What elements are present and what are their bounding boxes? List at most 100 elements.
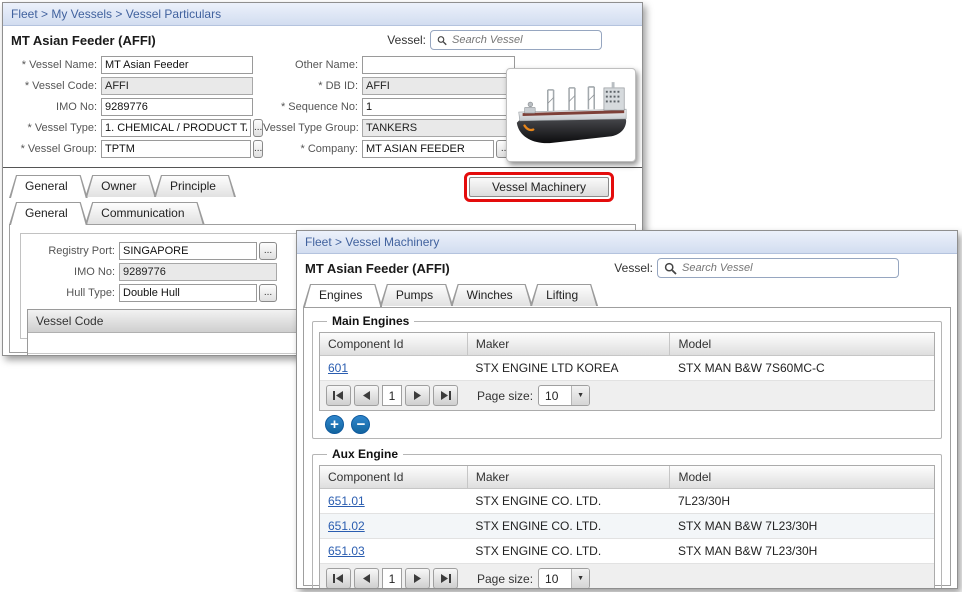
page-size-label: Page size: <box>477 389 533 403</box>
maker-cell: STX ENGINE CO. LTD. <box>467 539 670 564</box>
registry-port-label: Registry Port: <box>27 245 119 257</box>
table-row: 651.01 STX ENGINE CO. LTD. 7L23/30H <box>320 489 934 514</box>
vessel-group-input[interactable] <box>101 140 251 158</box>
vessel-group-label: * Vessel Group: <box>9 143 101 155</box>
form-field-row: * DB ID: <box>263 77 515 95</box>
sequence-no-input[interactable] <box>362 98 515 116</box>
pager-first-button[interactable] <box>326 385 351 406</box>
model-cell: STX MAN B&W 7L23/30H <box>670 514 934 539</box>
aux-engine-legend: Aux Engine <box>327 447 403 461</box>
grid-actions: + − <box>319 411 935 436</box>
tab-pumps[interactable]: Pumps <box>380 284 453 306</box>
imo-no-label: IMO No: <box>9 101 101 113</box>
vessel-code-input <box>101 77 253 95</box>
breadcrumb[interactable]: Fleet > My Vessels > Vessel Particulars <box>3 3 642 26</box>
tab-lifting[interactable]: Lifting <box>530 284 598 306</box>
dropdown-arrow-icon: ▼ <box>571 386 589 405</box>
aux-engine-grid: Component Id Maker Model 651.01 STX ENGI… <box>319 465 935 589</box>
pager-current-page[interactable]: 1 <box>382 385 402 406</box>
vessel-search-wrap: Vessel: <box>387 30 634 50</box>
main-engines-grid: Component Id Maker Model 601 STX ENGINE … <box>319 332 935 411</box>
tab-engines[interactable]: Engines <box>303 284 382 306</box>
pager-last-icon <box>440 574 451 583</box>
pager-current-page[interactable]: 1 <box>382 568 402 589</box>
pager-last-button[interactable] <box>433 568 458 589</box>
pager-last-icon <box>440 391 451 400</box>
registry-port-input[interactable] <box>119 242 257 260</box>
page-size-value: 10 <box>539 572 571 586</box>
model-cell: 7L23/30H <box>670 489 934 514</box>
column-header-model[interactable]: Model <box>670 466 934 489</box>
page-size-select[interactable]: 10 ▼ <box>538 385 590 406</box>
vessel-code-label: * Vessel Code: <box>9 80 101 92</box>
vessel-type-lookup-button[interactable]: ... <box>253 119 263 137</box>
main-engines-legend: Main Engines <box>327 314 414 328</box>
column-header-component-id[interactable]: Component Id <box>320 333 467 356</box>
maker-cell: STX ENGINE LTD KOREA <box>467 356 670 381</box>
db-id-label: * DB ID: <box>263 80 362 92</box>
column-header-component-id[interactable]: Component Id <box>320 466 467 489</box>
hull-type-input[interactable] <box>119 284 257 302</box>
particulars-tabstrip: General Owner Principle Vessel Machinery <box>3 168 642 198</box>
other-name-input[interactable] <box>362 56 515 74</box>
hull-type-lookup-button[interactable]: ... <box>259 284 277 302</box>
search-icon[interactable] <box>664 262 677 275</box>
vessel-search-label: Vessel: <box>614 261 653 275</box>
imo-no-label: IMO No: <box>27 266 119 278</box>
vessel-machinery-button[interactable]: Vessel Machinery <box>469 177 609 197</box>
add-engine-button[interactable]: + <box>325 415 344 434</box>
form-field-row: * Vessel Group: ... <box>9 140 263 158</box>
tab-principle[interactable]: Principle <box>154 175 236 197</box>
component-id-link[interactable]: 601 <box>328 361 348 375</box>
form-left-column: * Vessel Name: * Vessel Code: IMO No: * … <box>3 56 263 161</box>
machinery-tabstrip: Engines Pumps Winches Lifting <box>297 280 957 307</box>
registry-port-lookup-button[interactable]: ... <box>259 242 277 260</box>
page-size-select[interactable]: 10 ▼ <box>538 568 590 589</box>
component-id-link[interactable]: 651.02 <box>328 519 365 533</box>
vessel-group-lookup-button[interactable]: ... <box>253 140 263 158</box>
pager-next-button[interactable] <box>405 385 430 406</box>
pager-last-button[interactable] <box>433 385 458 406</box>
vessel-search-box <box>657 258 899 278</box>
pager-next-button[interactable] <box>405 568 430 589</box>
subtab-communication[interactable]: Communication <box>85 202 204 224</box>
column-header-maker[interactable]: Maker <box>467 466 670 489</box>
table-row: 601 STX ENGINE LTD KOREA STX MAN B&W 7S6… <box>320 356 934 381</box>
db-id-input <box>362 77 515 95</box>
remove-engine-button[interactable]: − <box>351 415 370 434</box>
tab-winches[interactable]: Winches <box>451 284 533 306</box>
component-id-link[interactable]: 651.01 <box>328 494 365 508</box>
form-field-row: IMO No: <box>9 98 263 116</box>
pager-next-icon <box>413 391 422 400</box>
vessel-type-input[interactable] <box>101 119 251 137</box>
vessel-name-input[interactable] <box>101 56 253 74</box>
maker-cell: STX ENGINE CO. LTD. <box>467 514 670 539</box>
vessel-search-input[interactable] <box>682 262 825 274</box>
component-id-link[interactable]: 651.03 <box>328 544 365 558</box>
vessel-type-group-input <box>362 119 515 137</box>
dropdown-arrow-icon: ▼ <box>571 569 589 588</box>
pager-prev-button[interactable] <box>354 568 379 589</box>
form-field-row: * Vessel Code: <box>9 77 263 95</box>
vessel-search-box <box>430 30 602 50</box>
vessel-search-input[interactable] <box>452 34 595 46</box>
pager-prev-button[interactable] <box>354 385 379 406</box>
search-icon[interactable] <box>437 34 447 47</box>
tab-general[interactable]: General <box>9 175 88 197</box>
imo-no-input[interactable] <box>101 98 253 116</box>
company-input[interactable] <box>362 140 494 158</box>
vessel-form: * Vessel Name: * Vessel Code: IMO No: * … <box>3 52 642 168</box>
pager: 1 Page size: 10 ▼ <box>320 564 934 589</box>
breadcrumb[interactable]: Fleet > Vessel Machinery <box>297 231 957 254</box>
table-row: 651.02 STX ENGINE CO. LTD. STX MAN B&W 7… <box>320 514 934 539</box>
vessel-type-group-label: Vessel Type Group: <box>263 122 362 134</box>
pager: 1 Page size: 10 ▼ <box>320 381 934 410</box>
vessel-machinery-window: Fleet > Vessel Machinery MT Asian Feeder… <box>296 230 958 589</box>
pager-first-button[interactable] <box>326 568 351 589</box>
tab-owner[interactable]: Owner <box>85 175 156 197</box>
maker-cell: STX ENGINE CO. LTD. <box>467 489 670 514</box>
subtab-general[interactable]: General <box>9 202 88 224</box>
form-field-row: * Vessel Type: ... <box>9 119 263 137</box>
column-header-maker[interactable]: Maker <box>467 333 670 356</box>
column-header-model[interactable]: Model <box>670 333 934 356</box>
